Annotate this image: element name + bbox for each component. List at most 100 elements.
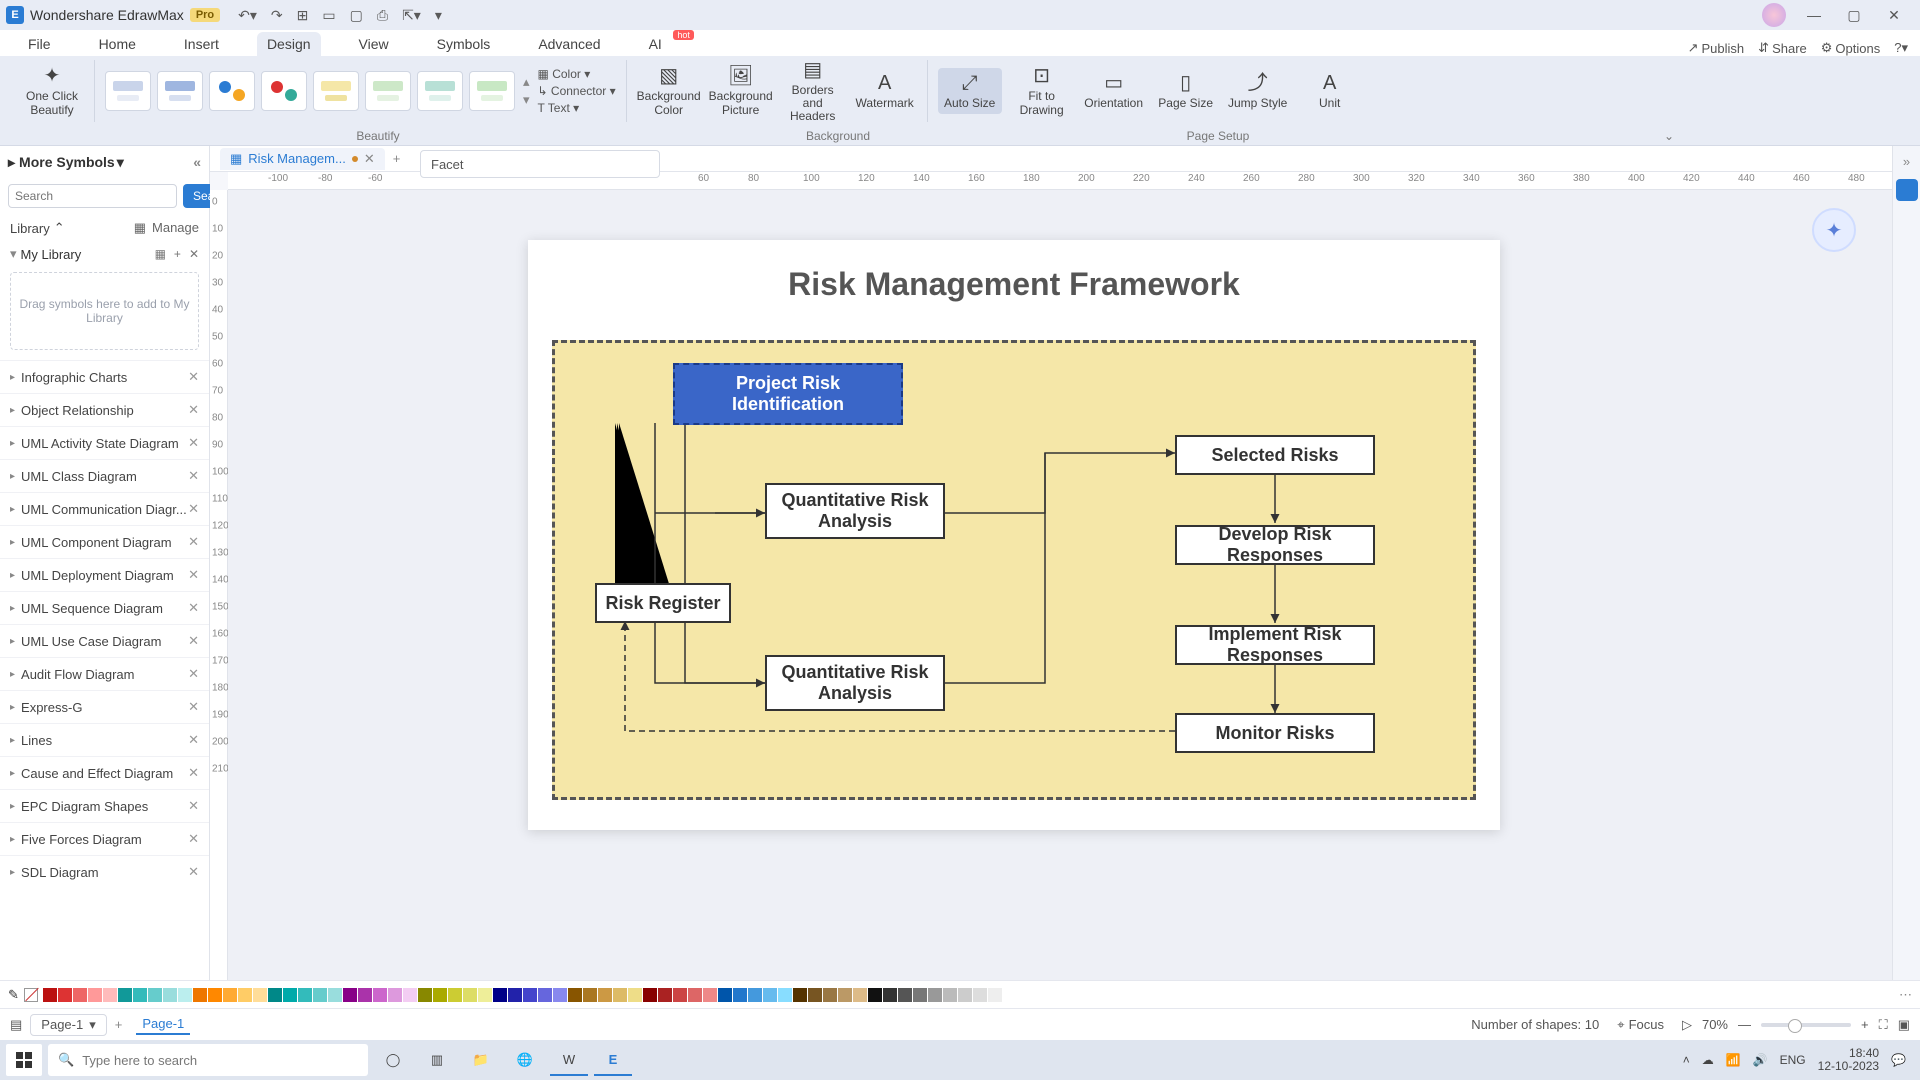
category-close-icon[interactable]: ✕ — [188, 534, 199, 550]
category-close-icon[interactable]: ✕ — [188, 633, 199, 649]
color-swatch[interactable] — [118, 988, 132, 1002]
category-close-icon[interactable]: ✕ — [188, 567, 199, 583]
maximize-button[interactable]: ▢ — [1834, 7, 1874, 24]
mylib-add-icon[interactable]: + — [174, 247, 181, 261]
category-close-icon[interactable]: ✕ — [188, 468, 199, 484]
taskview-button[interactable]: ◯ — [374, 1044, 412, 1076]
zoom-in-button[interactable]: + — [1861, 1017, 1869, 1032]
diagram-box-qra1[interactable]: Quantitative Risk Analysis — [765, 483, 945, 539]
tray-wifi-icon[interactable]: 📶 — [1726, 1053, 1741, 1067]
color-swatch[interactable] — [748, 988, 762, 1002]
page-selector[interactable]: Page-1▾ — [30, 1014, 106, 1036]
color-swatch[interactable] — [433, 988, 447, 1002]
tray-clock[interactable]: 18:4012-10-2023 — [1818, 1047, 1879, 1073]
color-swatch[interactable] — [193, 988, 207, 1002]
category-close-icon[interactable]: ✕ — [188, 402, 199, 418]
color-swatch[interactable] — [688, 988, 702, 1002]
page-size-button[interactable]: ▯Page Size — [1154, 72, 1218, 110]
color-swatch[interactable] — [298, 988, 312, 1002]
sidebar-collapse-button[interactable]: « — [193, 154, 201, 170]
sidebar-category[interactable]: ▸EPC Diagram Shapes✕ — [0, 789, 209, 822]
share-button[interactable]: ⇵ Share — [1758, 40, 1807, 56]
color-swatch[interactable] — [43, 988, 57, 1002]
color-more-icon[interactable]: ⋯ — [1899, 987, 1912, 1003]
tab-advanced[interactable]: Advanced — [528, 32, 610, 56]
color-swatch[interactable] — [838, 988, 852, 1002]
theme-swatch[interactable] — [313, 71, 359, 111]
tab-file[interactable]: File — [18, 32, 61, 56]
color-swatch[interactable] — [808, 988, 822, 1002]
category-close-icon[interactable]: ✕ — [188, 732, 199, 748]
color-swatch[interactable] — [703, 988, 717, 1002]
color-swatch[interactable] — [463, 988, 477, 1002]
publish-button[interactable]: ↗ Publish — [1688, 40, 1745, 56]
tray-cloud-icon[interactable]: ☁ — [1702, 1053, 1714, 1067]
color-swatch[interactable] — [358, 988, 372, 1002]
color-swatch[interactable] — [538, 988, 552, 1002]
sidebar-category[interactable]: ▸UML Use Case Diagram✕ — [0, 624, 209, 657]
mylib-grid-icon[interactable]: ▦ — [155, 247, 166, 261]
theme-scroll-up[interactable]: ▴ — [523, 74, 530, 90]
color-swatch[interactable] — [583, 988, 597, 1002]
mylib-close-icon[interactable]: ✕ — [189, 247, 199, 261]
add-page-button[interactable]: + — [115, 1017, 123, 1032]
color-swatch[interactable] — [973, 988, 987, 1002]
color-swatch[interactable] — [613, 988, 627, 1002]
color-swatch[interactable] — [478, 988, 492, 1002]
color-swatch[interactable] — [913, 988, 927, 1002]
taskbar-edge[interactable]: 🌐 — [506, 1044, 544, 1076]
theme-swatch[interactable] — [469, 71, 515, 111]
one-click-beautify-button[interactable]: ✦One Click Beautify — [20, 65, 84, 116]
color-swatch[interactable] — [643, 988, 657, 1002]
zoom-slider[interactable] — [1761, 1023, 1851, 1027]
text-menu[interactable]: T Text ▾ — [538, 101, 616, 115]
sidebar-category[interactable]: ▸UML Communication Diagr...✕ — [0, 492, 209, 525]
jump-style-button[interactable]: ⤴Jump Style — [1226, 72, 1290, 110]
color-swatch[interactable] — [763, 988, 777, 1002]
color-swatch[interactable] — [658, 988, 672, 1002]
taskbar-search[interactable]: 🔍Type here to search — [48, 1044, 368, 1076]
color-swatch[interactable] — [823, 988, 837, 1002]
tray-expand-icon[interactable]: ˄ — [1683, 1053, 1690, 1067]
category-close-icon[interactable]: ✕ — [188, 864, 199, 880]
diagram-box-implement-responses[interactable]: Implement Risk Responses — [1175, 625, 1375, 665]
color-swatch[interactable] — [268, 988, 282, 1002]
print-button[interactable]: ⎙ — [377, 7, 388, 24]
theme-scroll-down[interactable]: ▾ — [523, 92, 530, 108]
theme-swatch[interactable] — [365, 71, 411, 111]
ribbon-collapse-icon[interactable]: ⌄ — [1428, 126, 1920, 145]
library-label[interactable]: Library — [10, 221, 50, 236]
connector-menu[interactable]: ↳ Connector ▾ — [538, 84, 616, 98]
focus-button[interactable]: ⌖ Focus — [1617, 1017, 1664, 1033]
taskbar-word[interactable]: W — [550, 1044, 588, 1076]
color-swatch[interactable] — [313, 988, 327, 1002]
new-button[interactable]: ⊞ — [297, 7, 309, 24]
color-swatch[interactable] — [733, 988, 747, 1002]
pages-panel-icon[interactable]: ▤ — [10, 1017, 22, 1033]
zoom-out-button[interactable]: — — [1738, 1017, 1751, 1032]
tab-insert[interactable]: Insert — [174, 32, 229, 56]
color-swatch[interactable] — [988, 988, 1002, 1002]
diagram-box-selected-risks[interactable]: Selected Risks — [1175, 435, 1375, 475]
user-avatar[interactable] — [1762, 3, 1786, 27]
auto-size-button[interactable]: ⤢Auto Size — [938, 68, 1002, 114]
color-swatch[interactable] — [208, 988, 222, 1002]
category-close-icon[interactable]: ✕ — [188, 798, 199, 814]
right-panel-tool[interactable] — [1896, 179, 1918, 201]
tray-lang[interactable]: ENG — [1780, 1053, 1806, 1067]
open-button[interactable]: ▭ — [322, 7, 335, 24]
sidebar-category[interactable]: ▸Lines✕ — [0, 723, 209, 756]
color-swatch[interactable] — [103, 988, 117, 1002]
color-swatch[interactable] — [88, 988, 102, 1002]
diagram-box-project-risk-id[interactable]: Project Risk Identification — [673, 363, 903, 425]
color-swatch[interactable] — [373, 988, 387, 1002]
right-panel-expand[interactable]: » — [1903, 154, 1910, 169]
category-close-icon[interactable]: ✕ — [188, 600, 199, 616]
eyedropper-icon[interactable]: ✎ — [8, 987, 19, 1003]
mylib-dropzone[interactable]: Drag symbols here to add to My Library — [10, 272, 199, 350]
color-swatch[interactable] — [58, 988, 72, 1002]
sidebar-category[interactable]: ▸UML Component Diagram✕ — [0, 525, 209, 558]
theme-swatch[interactable] — [209, 71, 255, 111]
color-swatch[interactable] — [283, 988, 297, 1002]
sidebar-category[interactable]: ▸UML Activity State Diagram✕ — [0, 426, 209, 459]
